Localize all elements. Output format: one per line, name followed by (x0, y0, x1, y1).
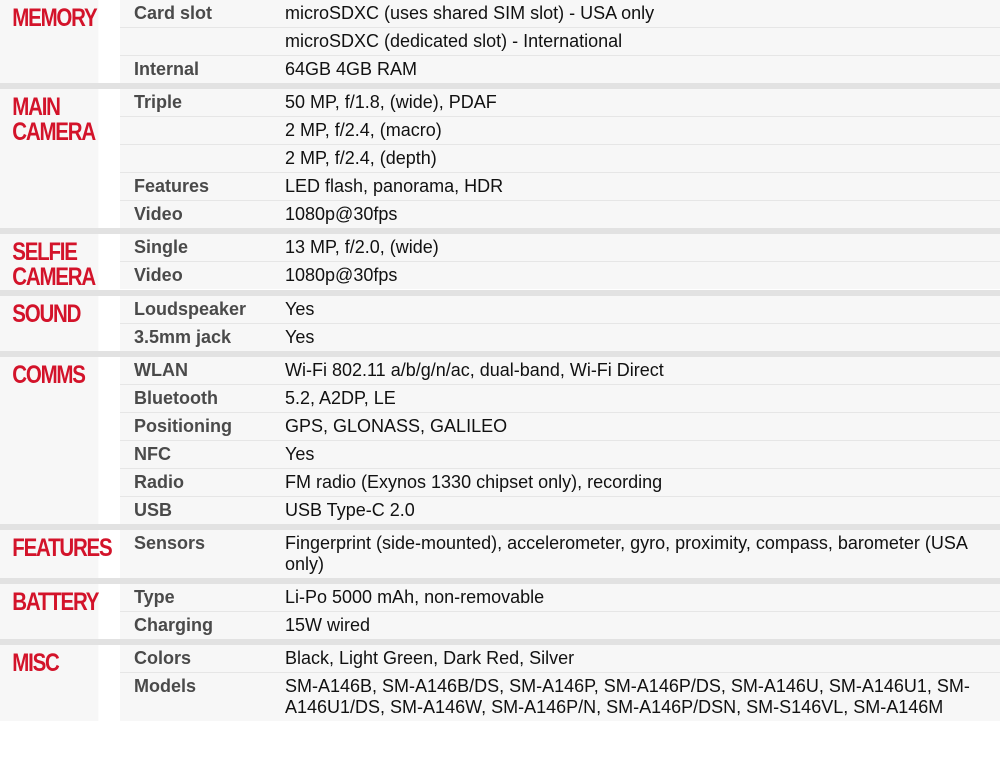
spec-value: microSDXC (uses shared SIM slot) - USA o… (285, 0, 1000, 27)
spec-label[interactable]: Colors (120, 645, 285, 672)
spec-row: USB USB Type-C 2.0 (120, 496, 1000, 524)
spec-label[interactable]: Loudspeaker (120, 296, 285, 323)
spec-label[interactable]: Radio (120, 469, 285, 496)
spec-row: Video 1080p@30fps (120, 200, 1000, 228)
spec-section: SOUND Loudspeaker Yes 3.5mm jack Yes (0, 296, 1000, 357)
spec-row: Sensors Fingerprint (side-mounted), accel… (120, 530, 1000, 578)
spec-row: Single 13 MP, f/2.0, (wide) (120, 234, 1000, 261)
spec-value: USB Type-C 2.0 (285, 497, 1000, 524)
spec-value: SM-A146B, SM-A146B/DS, SM-A146P, SM-A146… (285, 673, 1000, 721)
spec-section: FEATURES Sensors Fingerprint (side-mounted… (0, 530, 1000, 584)
spec-value: LED flash, panorama, HDR (285, 173, 1000, 200)
spec-value: Yes (285, 441, 1000, 468)
spec-row: Radio FM radio (Exynos 1330 chipset only)… (120, 468, 1000, 496)
section-rows: Colors Black, Light Green, Dark Red, Silv… (120, 645, 1000, 721)
spec-value: Wi-Fi 802.11 a/b/g/n/ac, dual-band, Wi-F… (285, 357, 1000, 384)
section-title[interactable]: SOUND (0, 296, 99, 351)
spec-row: 2 MP, f/2.4, (macro) (120, 116, 1000, 144)
spec-label (120, 28, 285, 55)
spec-row: 3.5mm jack Yes (120, 323, 1000, 351)
spec-value: 15W wired (285, 612, 1000, 639)
spec-value: GPS, GLONASS, GALILEO (285, 413, 1000, 440)
spec-section: MISC Colors Black, Light Green, Dark Red, … (0, 645, 1000, 721)
spec-table: MEMORY Card slot microSDXC (uses shared SI… (0, 0, 1000, 721)
spec-label[interactable]: Bluetooth (120, 385, 285, 412)
spec-label[interactable]: Features (120, 173, 285, 200)
spec-value: 50 MP, f/1.8, (wide), PDAF (285, 89, 1000, 116)
spec-value: 64GB 4GB RAM (285, 56, 1000, 83)
section-rows: Type Li-Po 5000 mAh, non-removable Chargin… (120, 584, 1000, 639)
spec-row: 2 MP, f/2.4, (depth) (120, 144, 1000, 172)
spec-value: 2 MP, f/2.4, (depth) (285, 145, 1000, 172)
spec-label[interactable]: WLAN (120, 357, 285, 384)
section-rows: Card slot microSDXC (uses shared SIM slot… (120, 0, 1000, 83)
spec-row: Video 1080p@30fps (120, 261, 1000, 289)
section-rows: Sensors Fingerprint (side-mounted), accel… (120, 530, 1000, 578)
spec-section: MEMORY Card slot microSDXC (uses shared SI… (0, 0, 1000, 89)
section-title[interactable]: MAIN CAMERA (0, 89, 99, 228)
spec-value: 2 MP, f/2.4, (macro) (285, 117, 1000, 144)
spec-label[interactable]: Single (120, 234, 285, 261)
spec-row: Bluetooth 5.2, A2DP, LE (120, 384, 1000, 412)
spec-label[interactable]: Type (120, 584, 285, 611)
spec-value: Yes (285, 324, 1000, 351)
section-rows: Single 13 MP, f/2.0, (wide) Video 1080p@30f… (120, 234, 1000, 290)
spec-label[interactable]: Video (120, 201, 285, 228)
spec-value: Yes (285, 296, 1000, 323)
spec-label[interactable]: Internal (120, 56, 285, 83)
section-title[interactable]: MEMORY (0, 0, 99, 83)
spec-label[interactable]: Sensors (120, 530, 285, 578)
spec-row: microSDXC (dedicated slot) - Internation… (120, 27, 1000, 55)
spec-row: Card slot microSDXC (uses shared SIM slot… (120, 0, 1000, 27)
spec-section: COMMS WLAN Wi-Fi 802.11 a/b/g/n/ac, dual-b… (0, 357, 1000, 530)
spec-section: SELFIE CAMERA Single 13 MP, f/2.0, (wide) V… (0, 234, 1000, 296)
section-rows: Triple 50 MP, f/1.8, (wide), PDAF 2 MP, f/… (120, 89, 1000, 228)
spec-label[interactable]: Models (120, 673, 285, 721)
spec-row: WLAN Wi-Fi 802.11 a/b/g/n/ac, dual-band, … (120, 357, 1000, 384)
spec-value: FM radio (Exynos 1330 chipset only), rec… (285, 469, 1000, 496)
spec-label[interactable]: Triple (120, 89, 285, 116)
spec-label (120, 145, 285, 172)
spec-row: Colors Black, Light Green, Dark Red, Silv… (120, 645, 1000, 672)
spec-row: NFC Yes (120, 440, 1000, 468)
spec-value: 1080p@30fps (285, 262, 1000, 289)
spec-row: Loudspeaker Yes (120, 296, 1000, 323)
section-title[interactable]: SELFIE CAMERA (0, 234, 99, 290)
spec-label[interactable]: USB (120, 497, 285, 524)
section-title[interactable]: FEATURES (0, 530, 113, 578)
spec-value: 1080p@30fps (285, 201, 1000, 228)
spec-value: Black, Light Green, Dark Red, Silver (285, 645, 1000, 672)
spec-row: Positioning GPS, GLONASS, GALILEO (120, 412, 1000, 440)
section-rows: Loudspeaker Yes 3.5mm jack Yes (120, 296, 1000, 351)
spec-row: Charging 15W wired (120, 611, 1000, 639)
spec-row: Type Li-Po 5000 mAh, non-removable (120, 584, 1000, 611)
spec-label[interactable]: Video (120, 262, 285, 289)
spec-label[interactable]: 3.5mm jack (120, 324, 285, 351)
spec-section: MAIN CAMERA Triple 50 MP, f/1.8, (wide), P… (0, 89, 1000, 234)
spec-row: Triple 50 MP, f/1.8, (wide), PDAF (120, 89, 1000, 116)
spec-row: Internal 64GB 4GB RAM (120, 55, 1000, 83)
section-title[interactable]: BATTERY (0, 584, 99, 639)
spec-value: Li-Po 5000 mAh, non-removable (285, 584, 1000, 611)
spec-value: 5.2, A2DP, LE (285, 385, 1000, 412)
spec-row: Features LED flash, panorama, HDR (120, 172, 1000, 200)
section-title[interactable]: MISC (0, 645, 99, 721)
spec-label[interactable]: Charging (120, 612, 285, 639)
spec-value: 13 MP, f/2.0, (wide) (285, 234, 1000, 261)
spec-label[interactable]: Positioning (120, 413, 285, 440)
section-title[interactable]: COMMS (0, 357, 99, 524)
spec-section: BATTERY Type Li-Po 5000 mAh, non-removable… (0, 584, 1000, 645)
spec-label (120, 117, 285, 144)
spec-value: Fingerprint (side-mounted), acceleromete… (285, 530, 1000, 578)
spec-row: Models SM-A146B, SM-A146B/DS, SM-A146P, S… (120, 672, 1000, 721)
section-rows: WLAN Wi-Fi 802.11 a/b/g/n/ac, dual-band, … (120, 357, 1000, 524)
spec-label[interactable]: Card slot (120, 0, 285, 27)
spec-value: microSDXC (dedicated slot) - Internation… (285, 28, 1000, 55)
spec-label[interactable]: NFC (120, 441, 285, 468)
